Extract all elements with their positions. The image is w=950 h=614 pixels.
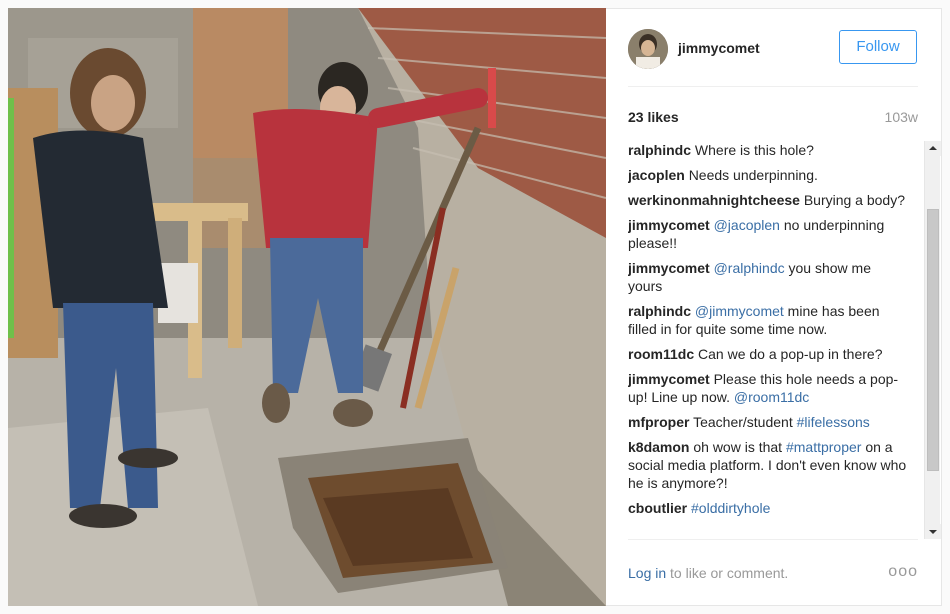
comment-text: oh wow is that	[693, 439, 786, 455]
comments-list[interactable]: ralphindc Where is this hole? jacoplen Ne…	[628, 141, 924, 537]
comment-text: Teacher/student	[693, 414, 797, 430]
comment-item: ralphindc Where is this hole?	[628, 141, 908, 159]
comments-scrollbar[interactable]	[924, 141, 941, 539]
comment-author[interactable]: cboutlier	[628, 500, 687, 516]
comment-item: jacoplen Needs underpinning.	[628, 166, 908, 184]
more-options-icon[interactable]: ooo	[888, 563, 918, 581]
post-sidebar: jimmycomet Follow 23 likes 103w ralphind…	[606, 8, 942, 606]
avatar[interactable]	[628, 29, 668, 69]
comment-author[interactable]: jimmycomet	[628, 260, 710, 276]
divider	[628, 539, 918, 540]
comment-text: Where is this hole?	[694, 142, 814, 158]
comment-text: Burying a body?	[803, 192, 906, 208]
comment-text: Can we do a pop-up in there?	[698, 346, 883, 362]
comment-author[interactable]: jacoplen	[628, 167, 685, 183]
comment-item: cboutlier #olddirtyhole	[628, 499, 908, 517]
post-frame: jimmycomet Follow 23 likes 103w ralphind…	[0, 0, 950, 614]
divider	[628, 86, 918, 87]
comment-item: mfproper Teacher/student #lifelessons	[628, 413, 908, 431]
post-footer: Log in to like or comment. ooo	[628, 563, 918, 583]
mention-link[interactable]: @ralphindc	[714, 260, 785, 276]
comment-author[interactable]: ralphindc	[628, 303, 691, 319]
hashtag-link[interactable]: #lifelessons	[797, 414, 870, 430]
scroll-down-arrow-icon[interactable]	[925, 524, 941, 539]
comment-item: jimmycomet @jacoplen no underpinning ple…	[628, 216, 908, 252]
comment-author[interactable]: jimmycomet	[628, 217, 710, 233]
post-age[interactable]: 103w	[885, 109, 918, 125]
comment-author[interactable]: k8damon	[628, 439, 689, 455]
post-header: jimmycomet Follow	[606, 9, 942, 87]
login-link[interactable]: Log in	[628, 565, 666, 581]
hashtag-link[interactable]: #mattproper	[786, 439, 861, 455]
comment-author[interactable]: ralphindc	[628, 142, 691, 158]
avatar-image	[628, 29, 668, 69]
comment-item: ralphindc @jimmycomet mine has been fill…	[628, 302, 908, 338]
likes-row: 23 likes 103w	[628, 109, 918, 127]
follow-button[interactable]: Follow	[839, 30, 917, 64]
comment-item: room11dc Can we do a pop-up in there?	[628, 345, 908, 363]
mention-link[interactable]: @room11dc	[734, 389, 809, 405]
comment-text: Needs underpinning.	[688, 167, 818, 183]
scroll-up-arrow-icon[interactable]	[925, 141, 941, 156]
post-author-username[interactable]: jimmycomet	[678, 40, 760, 56]
comment-item: k8damon oh wow is that #mattproper on a …	[628, 438, 908, 492]
hashtag-link[interactable]: #olddirtyhole	[691, 500, 770, 516]
mention-link[interactable]: @jimmycomet	[695, 303, 784, 319]
scrollbar-thumb[interactable]	[927, 209, 939, 471]
comment-author[interactable]: mfproper	[628, 414, 689, 430]
login-prompt-text: to like or comment.	[666, 565, 789, 581]
likes-count[interactable]: 23 likes	[628, 109, 679, 125]
mention-link[interactable]: @jacoplen	[714, 217, 780, 233]
comment-item: werkinonmahnightcheese Burying a body?	[628, 191, 908, 209]
comment-item: jimmycomet Please this hole needs a pop-…	[628, 370, 908, 406]
post-photo[interactable]	[8, 8, 606, 606]
comment-author[interactable]: jimmycomet	[628, 371, 710, 387]
comment-item: jimmycomet @ralphindc you show me yours	[628, 259, 908, 295]
comment-author[interactable]: werkinonmahnightcheese	[628, 192, 800, 208]
basement-hole-photo	[8, 8, 606, 606]
comment-author[interactable]: room11dc	[628, 346, 694, 362]
